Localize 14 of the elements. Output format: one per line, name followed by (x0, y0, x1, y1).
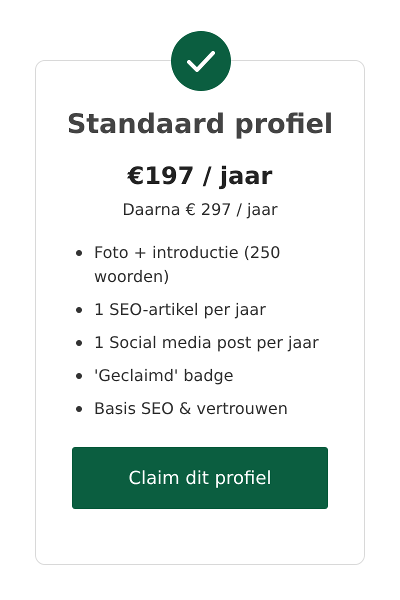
plan-title: Standaard profiel (66, 109, 334, 140)
feature-text: Basis SEO & vertrouwen (94, 398, 288, 420)
plan-price: €197 / jaar (128, 162, 272, 190)
bullet-icon (76, 340, 82, 346)
feature-text: 'Geclaimd' badge (94, 365, 234, 387)
bullet-icon (76, 307, 82, 313)
claim-button[interactable]: Claim dit profiel (72, 447, 328, 509)
feature-text: 1 Social media post per jaar (94, 332, 319, 354)
feature-text: 1 SEO-artikel per jaar (94, 299, 266, 321)
bullet-icon (76, 373, 82, 379)
bullet-icon (76, 250, 82, 256)
renewal-price: Daarna € 297 / jaar (122, 200, 278, 219)
bullet-icon (76, 406, 82, 412)
feature-text: Foto + introductie (250 woorden) (94, 242, 282, 288)
